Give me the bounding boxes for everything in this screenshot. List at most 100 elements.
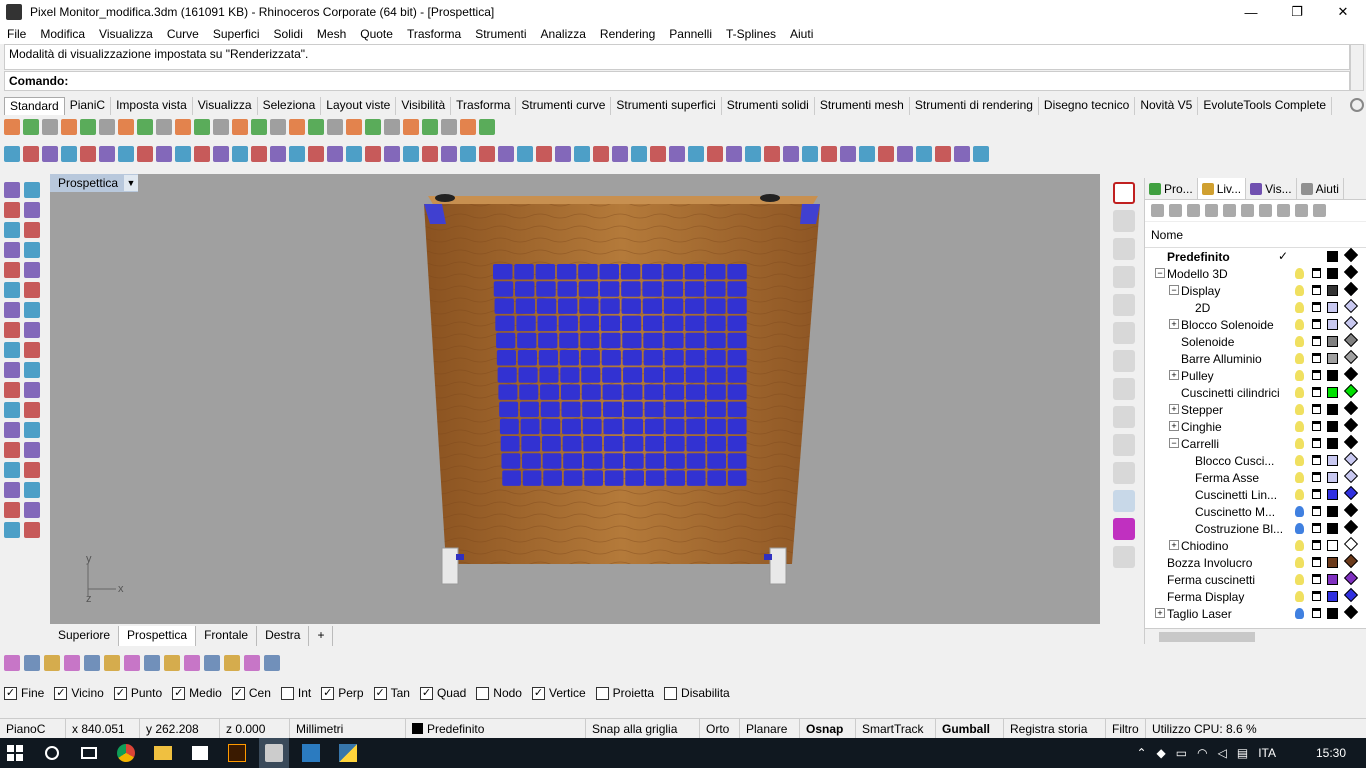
material-icon[interactable] [384, 119, 400, 135]
surface-tool-20-icon[interactable] [365, 146, 381, 162]
lock-icon[interactable] [1312, 557, 1321, 567]
expand-icon[interactable]: + [1169, 421, 1179, 431]
surface-tool-44-icon[interactable] [821, 146, 837, 162]
layer-props-icon[interactable] [1259, 204, 1272, 217]
lock-icon[interactable] [1312, 523, 1321, 533]
osnap-checkbox[interactable]: ✓ [54, 686, 68, 700]
menu-item-trasforma[interactable]: Trasforma [400, 27, 468, 41]
view-tool-2-icon[interactable] [1113, 238, 1135, 260]
layer-hscrollbar[interactable] [1145, 628, 1366, 644]
move-left-icon[interactable] [1241, 204, 1254, 217]
osnap-vertice[interactable]: ✓ Vertice [531, 686, 586, 700]
left-tool-29-icon[interactable] [4, 462, 20, 478]
layer-row[interactable]: + Cinghie [1145, 417, 1366, 435]
toolbar-tab-visibilit-[interactable]: Visibilità [396, 97, 452, 115]
zoom-icon[interactable] [213, 119, 229, 135]
surface-tool-28-icon[interactable] [517, 146, 533, 162]
visibility-bulb-icon[interactable] [1295, 285, 1304, 296]
surface-tool-34-icon[interactable] [631, 146, 647, 162]
layer-color-swatch[interactable] [1327, 404, 1338, 415]
layer-color-swatch[interactable] [1327, 608, 1338, 619]
layer-material-icon[interactable] [1343, 536, 1359, 552]
surface-tool-21-icon[interactable] [384, 146, 400, 162]
surface-tool-4-icon[interactable] [61, 146, 77, 162]
layer-material-icon[interactable] [1343, 349, 1359, 365]
bottom-tool-13-icon[interactable] [244, 655, 260, 671]
panel-tab-1[interactable]: Pro... [1145, 178, 1198, 199]
osnap-medio[interactable]: ✓ Medio [172, 686, 222, 700]
left-tool-5-icon[interactable] [4, 222, 20, 238]
surface-tool-36-icon[interactable] [669, 146, 685, 162]
layer-color-swatch[interactable] [1327, 319, 1338, 330]
bottom-tool-4-icon[interactable] [64, 655, 80, 671]
menu-item-quote[interactable]: Quote [353, 27, 400, 41]
toolbar-tab-seleziona[interactable]: Seleziona [258, 97, 322, 115]
undo-icon[interactable] [156, 119, 172, 135]
network-icon[interactable]: ▭ [1176, 746, 1187, 760]
toolbar-tab-strumenti-solidi[interactable]: Strumenti solidi [722, 97, 815, 115]
bottom-tool-6-icon[interactable] [104, 655, 120, 671]
expand-icon[interactable]: + [1169, 540, 1179, 550]
layer-row[interactable]: 2D [1145, 298, 1366, 316]
surface-tool-52-icon[interactable] [973, 146, 989, 162]
collapse-icon[interactable]: − [1169, 285, 1179, 295]
view-tool-8-icon[interactable] [1113, 406, 1135, 428]
layer-row[interactable]: − Display [1145, 281, 1366, 299]
left-tool-11-icon[interactable] [4, 282, 20, 298]
command-prompt[interactable]: Comando: [4, 71, 1350, 91]
close-button[interactable]: ✕ [1320, 0, 1366, 24]
osnap-checkbox[interactable]: ✓ [113, 686, 127, 700]
bottom-tool-8-icon[interactable] [144, 655, 160, 671]
lock-icon[interactable] [1312, 608, 1321, 618]
visibility-bulb-icon[interactable] [1295, 438, 1304, 449]
surface-tool-39-icon[interactable] [726, 146, 742, 162]
left-tool-17-icon[interactable] [4, 342, 20, 358]
surface-tool-14-icon[interactable] [251, 146, 267, 162]
osnap-checkbox[interactable] [476, 686, 490, 700]
view-tool-9-icon[interactable] [1113, 434, 1135, 456]
status-snap-grid[interactable]: Snap alla griglia [586, 718, 700, 739]
file-explorer-icon[interactable] [148, 738, 178, 768]
toolbar-tab-evolutetools-complete[interactable]: EvoluteTools Complete [1198, 97, 1333, 115]
layer-row[interactable]: Barre Alluminio [1145, 349, 1366, 367]
layer-row[interactable]: Cuscinetti Lin... [1145, 485, 1366, 503]
menu-item-modifica[interactable]: Modifica [33, 27, 92, 41]
menu-item-solidi[interactable]: Solidi [267, 27, 310, 41]
surface-tool-32-icon[interactable] [593, 146, 609, 162]
panel-tab-2[interactable]: Liv... [1197, 178, 1247, 199]
osnap-checkbox[interactable] [280, 686, 294, 700]
left-tool-25-icon[interactable] [4, 422, 20, 438]
visibility-bulb-icon[interactable] [1295, 472, 1304, 483]
shaded-icon[interactable] [422, 119, 438, 135]
layer-color-swatch[interactable] [1327, 438, 1338, 449]
surface-tool-33-icon[interactable] [612, 146, 628, 162]
lock-icon[interactable] [1312, 574, 1321, 584]
layer-row[interactable]: + Taglio Laser [1145, 604, 1366, 622]
osnap-checkbox[interactable]: ✓ [4, 686, 17, 700]
volume-icon[interactable]: ◁ [1218, 746, 1227, 760]
expand-icon[interactable]: + [1155, 608, 1165, 618]
surface-tool-51-icon[interactable] [954, 146, 970, 162]
surface-tool-37-icon[interactable] [688, 146, 704, 162]
four-views-icon[interactable] [289, 119, 305, 135]
toolbar-tab-novit-v5[interactable]: Novità V5 [1135, 97, 1199, 115]
osnap-checkbox[interactable] [664, 686, 678, 700]
tray-clock[interactable]: 15:30 [1316, 746, 1346, 760]
filter-icon[interactable] [1277, 204, 1290, 217]
osnap-checkbox[interactable]: ✓ [321, 686, 335, 700]
status-orto[interactable]: Orto [700, 718, 740, 739]
toolbar-tab-layout-viste[interactable]: Layout viste [321, 97, 397, 115]
status-units[interactable]: Millimetri [290, 718, 406, 739]
scroll-thumb[interactable] [1159, 632, 1255, 642]
view-tool-13-icon[interactable] [1113, 546, 1135, 568]
layer-material-icon[interactable] [1343, 451, 1359, 467]
zoom-extents-icon[interactable] [251, 119, 267, 135]
surface-tool-23-icon[interactable] [422, 146, 438, 162]
layer-material-icon[interactable] [1343, 264, 1359, 280]
lock-icon[interactable] [1312, 302, 1321, 312]
osnap-checkbox[interactable]: ✓ [231, 686, 245, 700]
bottom-tool-5-icon[interactable] [84, 655, 100, 671]
lock-icon[interactable] [1312, 472, 1321, 482]
layer-color-swatch[interactable] [1327, 387, 1338, 398]
osnap-checkbox[interactable] [595, 686, 609, 700]
